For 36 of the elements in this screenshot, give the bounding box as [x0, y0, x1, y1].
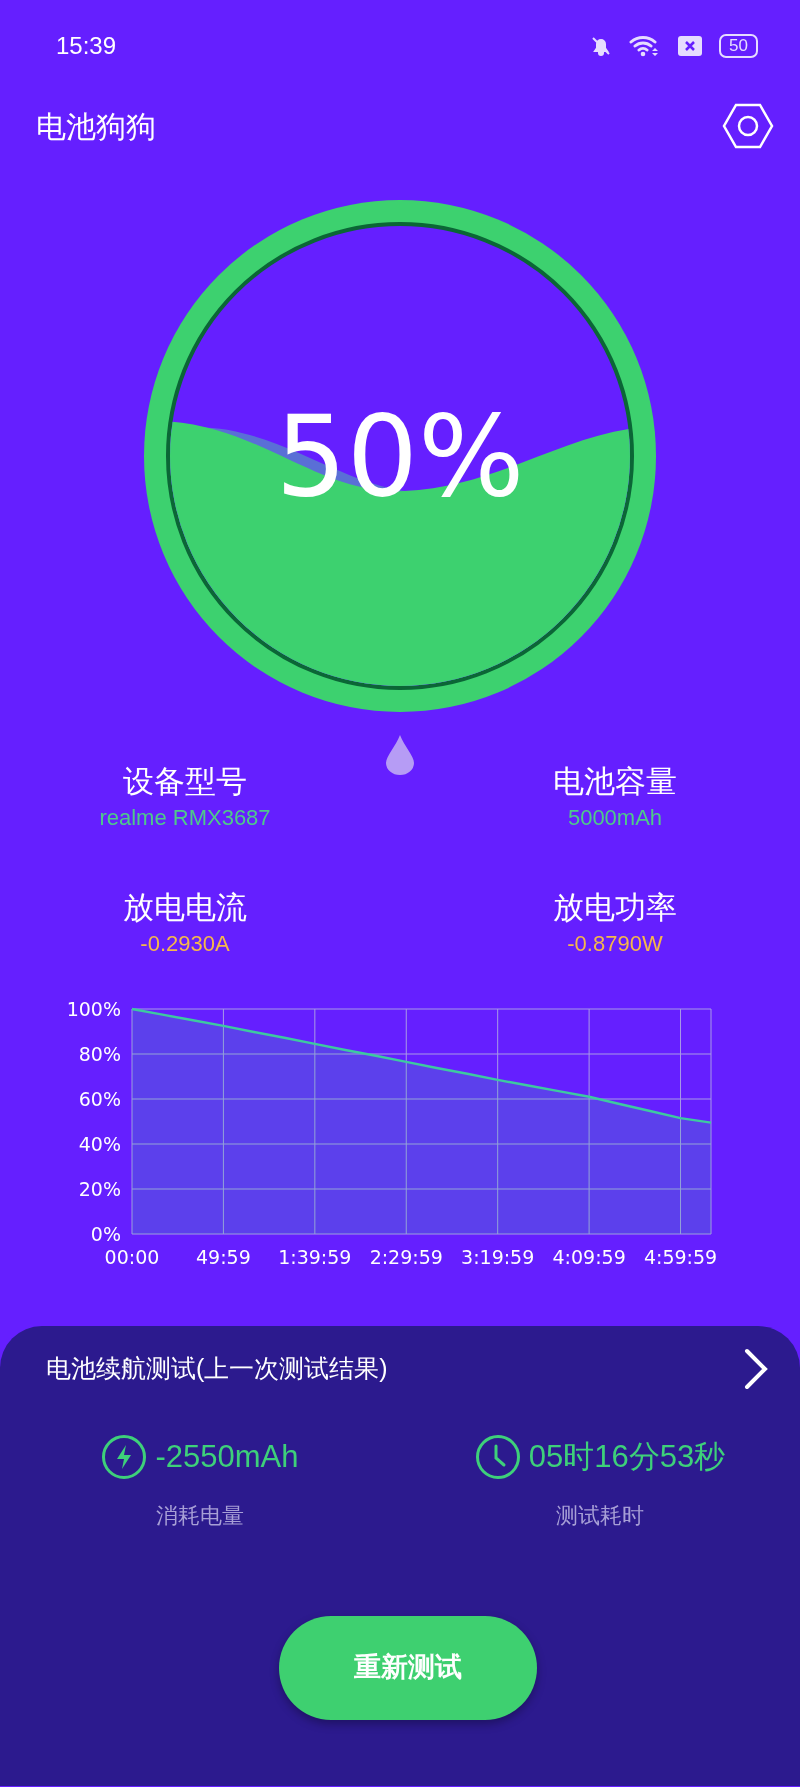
info-value: realme RMX3687 [99, 804, 271, 832]
x-axis-label: 00:00 [104, 1246, 160, 1268]
x-axis-label: 2:29:59 [369, 1246, 443, 1268]
lightning-icon [101, 1434, 148, 1481]
app-title: 电池狗狗 [36, 108, 156, 145]
stat-label: 消耗电量 [156, 1501, 244, 1530]
settings-icon[interactable] [722, 103, 774, 149]
x-axis-label: 1:39:59 [278, 1246, 352, 1268]
stat-value: 05时16分53秒 [528, 1438, 726, 1476]
info-value: -0.2930A [140, 930, 230, 958]
section-title: 电池续航测试(上一次测试结果) [46, 1353, 388, 1385]
info-label: 电池容量 [553, 763, 677, 801]
info-label: 放电功率 [553, 889, 677, 927]
y-axis-label: 40% [78, 1133, 121, 1155]
y-axis-label: 80% [78, 1043, 121, 1065]
info-value: -0.8790W [567, 930, 663, 958]
x-axis-label: 3:19:59 [461, 1246, 535, 1268]
y-axis-label: 0% [90, 1223, 121, 1245]
sim-icon [677, 35, 704, 57]
x-axis-label: 49:59 [196, 1246, 251, 1268]
retest-button[interactable]: 重新测试 [279, 1615, 537, 1720]
y-axis-label: 100% [66, 998, 121, 1020]
x-axis-label: 4:09:59 [552, 1246, 626, 1268]
info-value: 5000mAh [567, 804, 663, 832]
stat-value: -2550mAh [155, 1438, 299, 1476]
y-axis-label: 20% [78, 1178, 121, 1200]
y-axis-label: 60% [78, 1088, 121, 1110]
battery-indicator: 50 [719, 34, 758, 58]
chevron-right-icon[interactable] [744, 1348, 770, 1390]
stat-label: 测试耗时 [556, 1501, 644, 1530]
info-label: 设备型号 [123, 763, 247, 801]
status-time: 15:39 [56, 31, 117, 61]
clock-icon [474, 1434, 521, 1481]
info-label: 放电电流 [123, 889, 247, 927]
droplet-icon [385, 734, 415, 776]
x-axis-label: 4:59:59 [643, 1246, 718, 1268]
